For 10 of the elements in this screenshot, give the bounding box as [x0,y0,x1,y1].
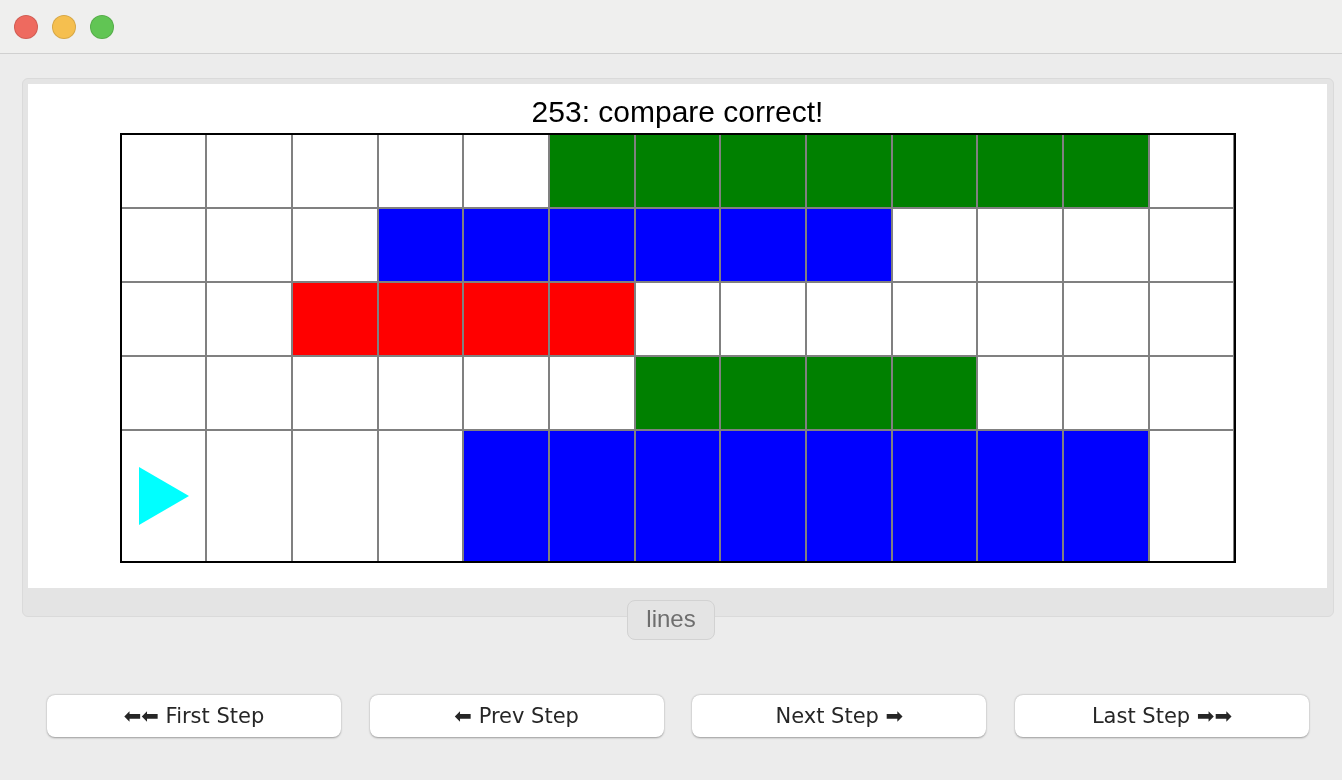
triangle-marker-icon [137,467,190,525]
step-button[interactable]: ⬅ Prev Step [369,695,664,737]
window-control[interactable] [14,14,38,39]
step-button[interactable]: ⬅⬅ First Step [47,695,341,737]
window-control[interactable] [90,14,114,39]
board-title: 253: compare correct! [531,94,824,130]
window-control[interactable] [52,14,76,39]
tab[interactable]: lines [627,600,715,640]
step-button[interactable]: Last Step ➡➡ [1014,695,1309,737]
step-button[interactable]: Next Step ➡ [692,695,987,737]
